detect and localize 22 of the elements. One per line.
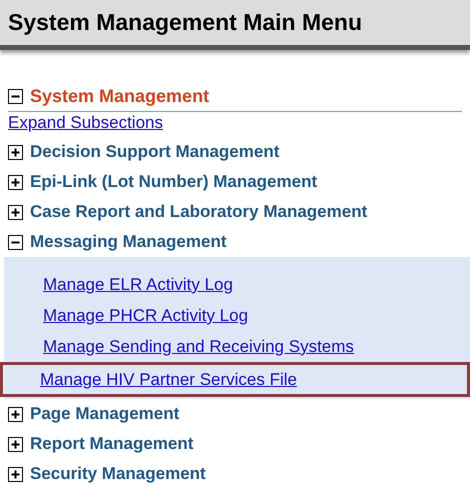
expand-icon[interactable] <box>8 204 23 220</box>
subsection-title[interactable]: Messaging Management <box>30 229 226 255</box>
expand-icon[interactable] <box>8 406 23 422</box>
expand-icon[interactable] <box>8 174 23 190</box>
expand-icon[interactable] <box>8 436 23 452</box>
page-title: System Management Main Menu <box>8 8 362 38</box>
collapse-icon[interactable] <box>8 234 23 250</box>
expand-subsections-link[interactable]: Expand Subsections <box>8 112 163 134</box>
subsection-title[interactable]: Security Management <box>30 461 206 487</box>
menu-link[interactable]: Manage PHCR Activity Log <box>43 302 248 328</box>
menu-link[interactable]: Manage Sending and Receiving Systems <box>43 334 354 360</box>
subsection-title[interactable]: Page Management <box>30 401 180 427</box>
section-title: System Management <box>30 85 210 108</box>
collapse-icon[interactable] <box>8 89 23 104</box>
subsection-title[interactable]: Case Report and Laboratory Management <box>30 199 368 225</box>
expand-icon[interactable] <box>8 466 23 482</box>
expand-icon[interactable] <box>8 144 23 160</box>
subsection-title[interactable]: Epi-Link (Lot Number) Management <box>30 169 318 195</box>
menu-link[interactable]: Manage HIV Partner Services File <box>40 366 297 392</box>
subsection-title[interactable]: Report Management <box>30 431 194 457</box>
menu-link[interactable]: Manage ELR Activity Log <box>43 272 233 298</box>
subsection-title[interactable]: Decision Support Management <box>30 139 280 165</box>
